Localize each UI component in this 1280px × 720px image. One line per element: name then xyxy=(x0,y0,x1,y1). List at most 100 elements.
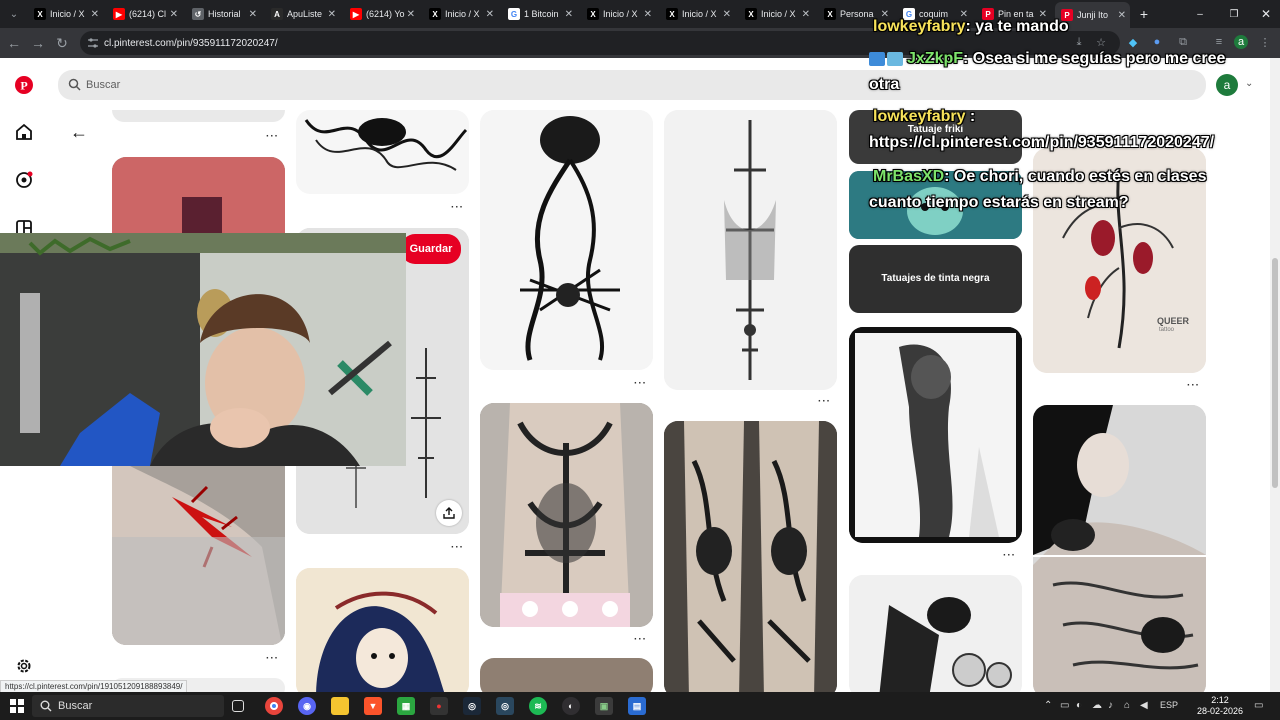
pin-more-options[interactable]: ··· xyxy=(634,634,647,645)
tray-volume-icon[interactable]: ◀ xyxy=(1140,700,1148,711)
pin-more-options[interactable]: ··· xyxy=(818,396,831,407)
site-info-icon[interactable] xyxy=(87,37,99,49)
browser-tab-label: Inicio / X xyxy=(761,9,796,19)
reading-list-icon[interactable]: ≡ xyxy=(1212,35,1226,49)
user-avatar[interactable]: a xyxy=(1216,74,1238,96)
install-app-icon[interactable]: ⤓ xyxy=(1072,35,1086,49)
browser-tab[interactable]: X Inicio / X ✕ xyxy=(739,4,814,24)
browser-tab[interactable]: X Inicio / X ✕ xyxy=(423,4,498,24)
pinterest-logo-icon[interactable]: P xyxy=(14,75,34,95)
pin-card[interactable] xyxy=(112,110,285,122)
chrome-icon[interactable] xyxy=(265,697,283,715)
search-input[interactable]: Buscar xyxy=(58,70,1206,100)
extensions-puzzle-icon[interactable]: ⧉ xyxy=(1176,35,1190,49)
close-tab-icon[interactable]: ✕ xyxy=(1118,10,1126,21)
browser-tab[interactable]: X Inicio / X ✕ xyxy=(660,4,735,24)
tray-chevron-up-icon[interactable]: ⌃ xyxy=(1044,700,1052,711)
tab-search-icon[interactable]: ⌄ xyxy=(4,4,24,24)
notification-icon[interactable]: ▭ xyxy=(1254,700,1263,711)
menu-icon[interactable]: ⋮ xyxy=(1258,35,1272,49)
steam-icon[interactable]: ◎ xyxy=(496,697,514,715)
close-tab-icon[interactable]: ✕ xyxy=(644,9,652,20)
taskbar-clock[interactable]: 2:12 28-02-2026 xyxy=(1196,695,1244,717)
browser-tab[interactable]: G 1 Bitcoin ✕ xyxy=(502,4,577,24)
pin-card[interactable] xyxy=(480,658,653,692)
steam-icon[interactable]: ◎ xyxy=(463,697,481,715)
close-tab-icon[interactable]: ✕ xyxy=(486,9,494,20)
forward-icon[interactable]: → xyxy=(28,33,48,53)
profile-icon[interactable]: a xyxy=(1234,35,1248,49)
app-icon[interactable]: ▣ xyxy=(595,697,613,715)
close-tab-icon[interactable]: ✕ xyxy=(91,9,99,20)
close-tab-icon[interactable]: ✕ xyxy=(802,9,810,20)
back-arrow-icon[interactable]: ← xyxy=(70,122,88,143)
close-window-icon[interactable]: ✕ xyxy=(1256,4,1276,24)
restore-icon[interactable]: ❐ xyxy=(1224,4,1244,24)
task-view-icon[interactable] xyxy=(232,700,244,712)
pin-card[interactable] xyxy=(664,421,837,692)
extension-icon[interactable]: ◆ xyxy=(1126,35,1140,49)
tray-app-icon[interactable]: ◐ xyxy=(1076,700,1082,711)
store-icon[interactable]: ▦ xyxy=(397,697,415,715)
back-icon[interactable]: ← xyxy=(4,33,24,53)
browser-tab[interactable]: ↺ Historial ✕ xyxy=(186,4,261,24)
chat-line: lowkeyfabry : xyxy=(873,108,975,126)
extension-icon[interactable]: ● xyxy=(1150,35,1164,49)
browser-tab[interactable]: X Inicio / X ✕ xyxy=(28,4,103,24)
browser-tab[interactable]: ▶ (6214) Cl ✕ xyxy=(107,4,182,24)
tray-language[interactable]: ESP xyxy=(1160,700,1178,710)
pin-more-options[interactable]: ··· xyxy=(266,653,279,664)
home-icon[interactable] xyxy=(14,122,34,142)
chat-message: : Oe chori, cuando estés en clases xyxy=(944,168,1207,185)
pin-card[interactable] xyxy=(664,110,837,390)
spotify-icon[interactable]: ≋ xyxy=(529,697,547,715)
new-tab-icon[interactable]: + xyxy=(1134,4,1154,24)
pin-more-options[interactable]: ··· xyxy=(266,131,279,142)
save-button[interactable]: Guardar xyxy=(401,234,461,264)
pin-more-options[interactable]: ··· xyxy=(451,542,464,553)
close-tab-icon[interactable]: ✕ xyxy=(723,9,731,20)
pin-more-options[interactable]: ··· xyxy=(451,202,464,213)
tray-network-icon[interactable]: ⌂ xyxy=(1124,700,1130,711)
chevron-down-icon[interactable]: ⌄ xyxy=(1245,78,1253,89)
browser-tab[interactable]: X Inicio / X ✕ xyxy=(581,4,656,24)
minimize-icon[interactable]: – xyxy=(1190,4,1210,24)
pin-card[interactable] xyxy=(849,575,1022,692)
file-explorer-icon[interactable] xyxy=(331,697,349,715)
explore-compass-icon[interactable] xyxy=(14,170,34,190)
tray-mic-icon[interactable]: ♪ xyxy=(1108,700,1113,711)
browser-tab[interactable]: A ApuListe ✕ xyxy=(265,4,340,24)
bookmark-star-icon[interactable]: ☆ xyxy=(1094,35,1108,49)
tray-cloud-icon[interactable]: ☁ xyxy=(1092,700,1102,711)
share-icon[interactable] xyxy=(436,500,462,526)
reload-icon[interactable]: ↻ xyxy=(52,33,72,53)
scroll-thumb[interactable] xyxy=(1272,258,1278,488)
browser-tab[interactable]: ▶ (6214) Yo ✕ xyxy=(344,4,419,24)
tray-app-icon[interactable]: ▭ xyxy=(1060,700,1069,711)
close-tab-icon[interactable]: ✕ xyxy=(565,9,573,20)
pin-card[interactable] xyxy=(480,403,653,627)
page-scrollbar[interactable] xyxy=(1270,58,1280,692)
pin-card[interactable] xyxy=(296,568,469,692)
x-logo-icon: X xyxy=(666,8,678,20)
pin-more-options[interactable]: ··· xyxy=(1003,550,1016,561)
pin-card[interactable] xyxy=(296,110,469,194)
taskbar-search-input[interactable]: Buscar xyxy=(32,695,224,717)
discord-icon[interactable]: ◉ xyxy=(298,697,316,715)
pin-card[interactable] xyxy=(480,110,653,370)
brave-icon[interactable]: ▼ xyxy=(364,697,382,715)
settings-gear-icon[interactable] xyxy=(14,656,34,676)
pin-more-options[interactable]: ··· xyxy=(634,378,647,389)
close-tab-icon[interactable]: ✕ xyxy=(328,9,336,20)
board-card-tatuajes-tinta-negra[interactable]: Tatuajes de tinta negra xyxy=(849,245,1022,313)
close-tab-icon[interactable]: ✕ xyxy=(407,9,415,20)
obs-icon[interactable]: ◐ xyxy=(562,697,580,715)
app-icon[interactable]: ● xyxy=(430,697,448,715)
app-icon[interactable]: ▤ xyxy=(628,697,646,715)
pin-card[interactable] xyxy=(1033,405,1206,692)
windows-start-icon[interactable] xyxy=(8,697,26,715)
close-tab-icon[interactable]: ✕ xyxy=(249,9,257,20)
close-tab-icon[interactable]: ✕ xyxy=(170,9,178,20)
pin-more-options[interactable]: ··· xyxy=(1187,380,1200,391)
pin-card[interactable] xyxy=(849,327,1022,543)
